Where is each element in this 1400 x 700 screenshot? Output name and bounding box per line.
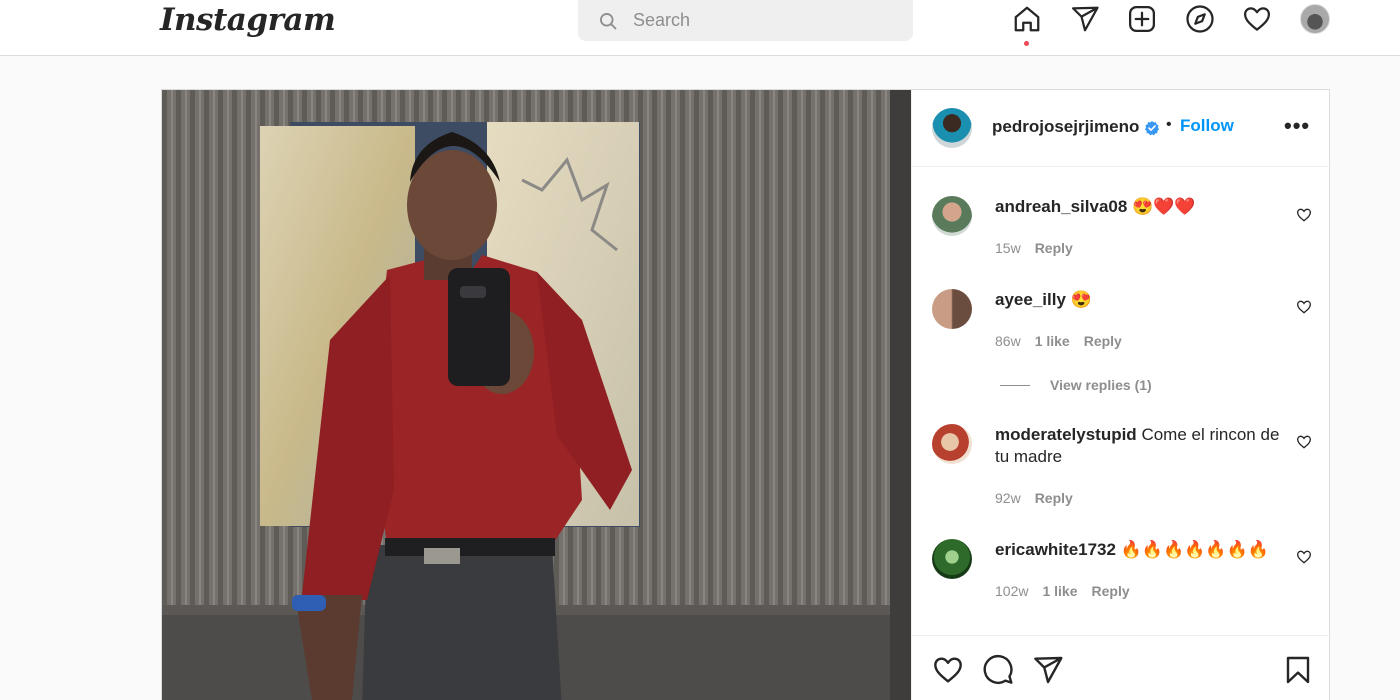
post-action-bar — [912, 635, 1331, 700]
share-icon[interactable] — [1032, 654, 1064, 686]
top-navigation-bar: Instagram — [0, 0, 1400, 56]
comment-body: 😍❤️❤️ — [1132, 197, 1196, 216]
search-icon — [600, 12, 617, 29]
more-options-icon[interactable]: ••• — [1284, 115, 1310, 137]
reply-button[interactable]: Reply — [1035, 240, 1073, 256]
comment-like-heart-icon[interactable] — [1296, 549, 1312, 565]
comment-text: andreah_silva08 😍❤️❤️ — [995, 196, 1285, 218]
commenter-avatar[interactable] — [932, 289, 972, 329]
commenter-username[interactable]: ayee_illy — [995, 290, 1066, 309]
save-bookmark-icon[interactable] — [1282, 654, 1314, 686]
commenter-avatar[interactable] — [932, 424, 972, 464]
author-avatar[interactable] — [932, 108, 972, 148]
comment-like-heart-icon[interactable] — [1296, 207, 1312, 223]
comment-like-heart-icon[interactable] — [1296, 434, 1312, 450]
separator-dot: • — [1166, 116, 1172, 133]
direct-message-icon[interactable] — [1070, 4, 1100, 34]
view-replies-label: View replies (1) — [1050, 377, 1152, 393]
comment-age[interactable]: 92w — [995, 490, 1021, 506]
verified-badge-icon — [1144, 121, 1160, 136]
comment-age[interactable]: 86w — [995, 333, 1021, 349]
comment-age[interactable]: 15w — [995, 240, 1021, 256]
comment-body: 🔥🔥🔥🔥🔥🔥🔥 — [1120, 540, 1269, 559]
reply-button[interactable]: Reply — [1092, 583, 1130, 599]
follow-button[interactable]: Follow — [1180, 116, 1234, 136]
comment-age[interactable]: 102w — [995, 583, 1028, 599]
explore-icon[interactable] — [1185, 4, 1215, 34]
reply-button[interactable]: Reply — [1084, 333, 1122, 349]
comment-text: ayee_illy 😍 — [995, 289, 1285, 311]
view-replies-button[interactable]: View replies (1) — [1000, 377, 1152, 393]
comment-meta: 86w 1 like Reply — [995, 333, 1122, 349]
comment-like-count[interactable]: 1 like — [1035, 333, 1070, 349]
comment-meta: 102w 1 like Reply — [995, 583, 1130, 599]
post-header: pedrojosejrjimeno • Follow ••• — [912, 90, 1331, 167]
commenter-username[interactable]: ericawhite1732 — [995, 540, 1116, 559]
post-photo[interactable] — [162, 90, 911, 700]
post-card: pedrojosejrjimeno • Follow ••• andreah_s… — [161, 89, 1331, 700]
commenter-avatar[interactable] — [932, 539, 972, 579]
comment-like-count[interactable]: 1 like — [1042, 583, 1077, 599]
commenter-avatar[interactable] — [932, 196, 972, 236]
search-box[interactable] — [578, 0, 913, 41]
comment-meta: 15w Reply — [995, 240, 1073, 256]
comment-meta: 92w Reply — [995, 490, 1073, 506]
comment-bubble-icon[interactable] — [982, 654, 1014, 686]
comment-like-heart-icon[interactable] — [1296, 299, 1312, 315]
instagram-logo[interactable]: Instagram — [160, 2, 336, 38]
reply-button[interactable]: Reply — [1035, 490, 1073, 506]
reply-thread-line — [1000, 384, 1030, 386]
commenter-username[interactable]: moderatelystupid — [995, 425, 1137, 444]
comment-body: 😍 — [1070, 290, 1092, 309]
search-input[interactable] — [633, 10, 873, 31]
comment-text: ericawhite1732 🔥🔥🔥🔥🔥🔥🔥 — [995, 539, 1285, 561]
home-icon[interactable] — [1012, 4, 1042, 34]
home-active-indicator — [1024, 41, 1029, 46]
comment-text: moderatelystupid Come el rincon de tu ma… — [995, 424, 1285, 468]
activity-heart-icon[interactable] — [1242, 4, 1272, 34]
new-post-icon[interactable] — [1127, 4, 1157, 34]
author-username[interactable]: pedrojosejrjimeno — [992, 117, 1139, 137]
profile-avatar[interactable] — [1300, 4, 1330, 34]
like-heart-icon[interactable] — [932, 654, 964, 686]
commenter-username[interactable]: andreah_silva08 — [995, 197, 1127, 216]
post-side-panel: pedrojosejrjimeno • Follow ••• andreah_s… — [911, 90, 1331, 700]
